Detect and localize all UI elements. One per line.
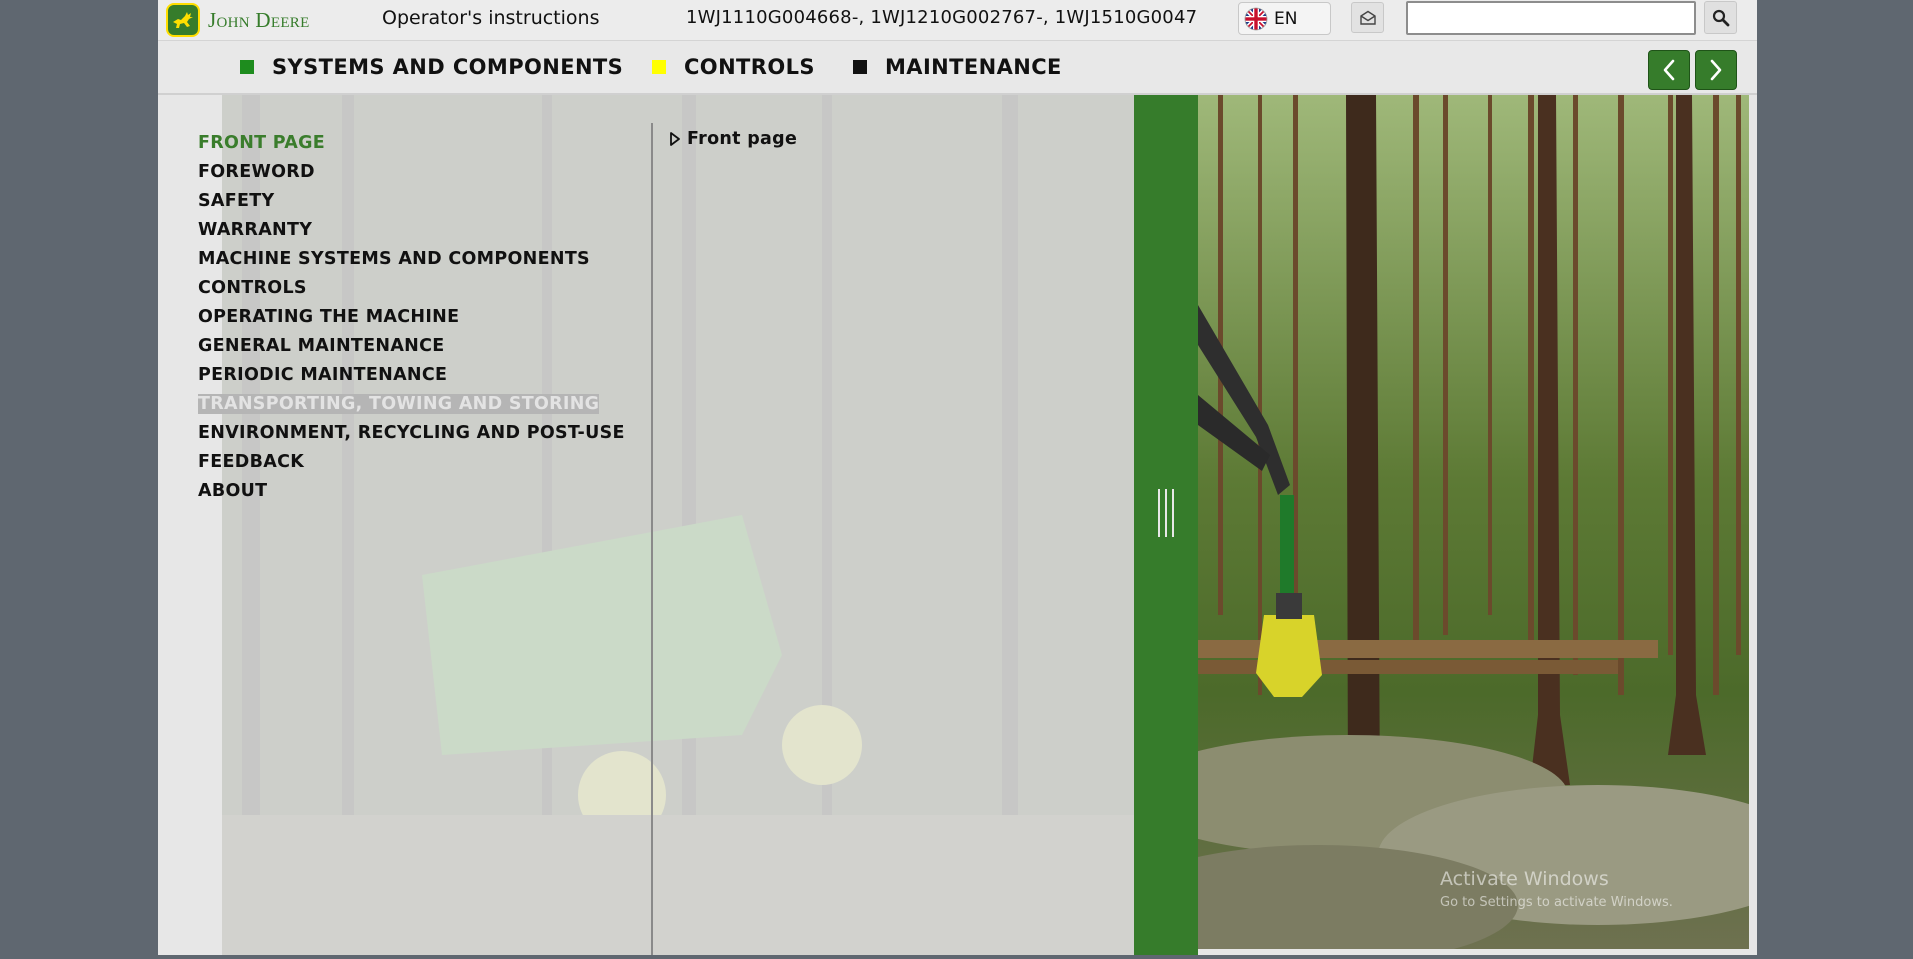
- main-content: FRONT PAGE FOREWORD SAFETY WARRANTY MACH…: [158, 95, 1757, 955]
- toc-controls[interactable]: CONTROLS: [198, 274, 625, 303]
- language-code: EN: [1274, 8, 1298, 29]
- search-input[interactable]: [1406, 1, 1696, 35]
- app-window: John Deere Operator's instructions 1WJ11…: [158, 0, 1757, 955]
- feedback-mail-button[interactable]: [1351, 2, 1384, 33]
- brand-name: John Deere: [208, 7, 310, 32]
- windows-activation-watermark: Activate Windows: [1440, 868, 1609, 890]
- toc-machine-systems[interactable]: MACHINE SYSTEMS AND COMPONENTS: [198, 245, 625, 274]
- nav-label: CONTROLS: [684, 55, 815, 79]
- nav-systems-and-components[interactable]: SYSTEMS AND COMPONENTS: [240, 41, 623, 93]
- john-deere-logo[interactable]: John Deere: [166, 3, 310, 37]
- previous-page-button[interactable]: [1648, 50, 1690, 90]
- serial-numbers: 1WJ1110G004668-, 1WJ1210G002767-, 1WJ151…: [686, 7, 1198, 28]
- deer-icon: [166, 3, 200, 37]
- uk-flag-icon: [1244, 7, 1268, 30]
- toc-panel: FRONT PAGE FOREWORD SAFETY WARRANTY MACH…: [158, 95, 1134, 955]
- green-square-icon: [240, 60, 254, 74]
- windows-activation-hint: Go to Settings to activate Windows.: [1440, 895, 1673, 910]
- toc-general-maintenance[interactable]: GENERAL MAINTENANCE: [198, 332, 625, 361]
- nav-maintenance[interactable]: MAINTENANCE: [853, 41, 1062, 93]
- toc-safety[interactable]: SAFETY: [198, 187, 625, 216]
- forest-harvester-photo: [1198, 95, 1749, 949]
- header-bar: John Deere Operator's instructions 1WJ11…: [158, 0, 1757, 41]
- language-selector[interactable]: EN: [1238, 2, 1331, 35]
- toc-feedback[interactable]: FEEDBACK: [198, 448, 625, 477]
- nav-label: MAINTENANCE: [885, 55, 1062, 79]
- subtopic-label: Front page: [687, 129, 798, 149]
- subtopic-front-page[interactable]: Front page: [669, 129, 797, 149]
- toc-transporting[interactable]: TRANSPORTING, TOWING AND STORING: [198, 390, 625, 419]
- search-button[interactable]: [1704, 1, 1737, 34]
- toc-transporting-label: TRANSPORTING, TOWING AND STORING: [198, 394, 600, 414]
- toc-operating[interactable]: OPERATING THE MACHINE: [198, 303, 625, 332]
- toc-warranty[interactable]: WARRANTY: [198, 216, 625, 245]
- table-of-contents: FRONT PAGE FOREWORD SAFETY WARRANTY MACH…: [198, 129, 625, 506]
- nav-controls[interactable]: CONTROLS: [652, 41, 815, 93]
- document-title: Operator's instructions: [382, 7, 600, 29]
- search-icon: [1712, 9, 1729, 26]
- grip-handle-icon: [1158, 489, 1174, 537]
- toc-periodic-maintenance[interactable]: PERIODIC MAINTENANCE: [198, 361, 625, 390]
- envelope-icon: [1359, 10, 1376, 25]
- section-navbar: SYSTEMS AND COMPONENTS CONTROLS MAINTENA…: [158, 41, 1757, 95]
- nav-label: SYSTEMS AND COMPONENTS: [272, 55, 624, 79]
- yellow-square-icon: [652, 60, 666, 74]
- chevron-left-icon: [1663, 59, 1675, 81]
- toc-foreword[interactable]: FOREWORD: [198, 158, 625, 187]
- triangle-right-icon: [670, 132, 680, 146]
- chevron-right-icon: [1710, 59, 1722, 81]
- next-page-button[interactable]: [1695, 50, 1737, 90]
- toc-front-page[interactable]: FRONT PAGE: [198, 129, 625, 158]
- panel-divider: [651, 123, 653, 955]
- black-square-icon: [853, 60, 867, 74]
- panel-resize-bar[interactable]: [1134, 95, 1198, 955]
- toc-environment[interactable]: ENVIRONMENT, RECYCLING AND POST-USE: [198, 419, 625, 448]
- toc-about[interactable]: ABOUT: [198, 477, 625, 506]
